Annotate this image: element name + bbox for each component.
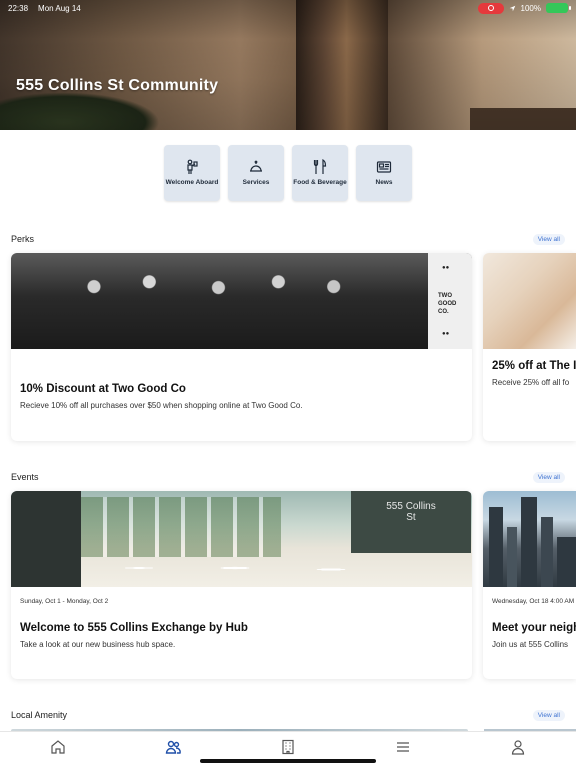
battery-percent: 100%	[520, 3, 541, 13]
event-card[interactable]: 555 Collins St Sunday, Oct 1 - Monday, O…	[11, 491, 472, 679]
utensils-icon	[313, 159, 327, 174]
home-icon	[51, 740, 65, 754]
news-label: News	[375, 179, 393, 186]
services-button[interactable]: Services	[228, 145, 284, 201]
status-time: 22:38	[8, 3, 29, 13]
event-card-description: Take a look at our new business hub spac…	[20, 640, 176, 649]
tab-menu[interactable]	[393, 738, 413, 756]
event-card-image: 555 Collins St	[11, 491, 472, 587]
event-card-description: Join us at 555 Collins	[492, 640, 569, 649]
event-card-image	[483, 491, 576, 587]
welcome-aboard-button[interactable]: Welcome Aboard	[164, 145, 220, 201]
page-title: 555 Collins St Community	[16, 77, 219, 94]
status-bar: 22:38 Mon Aug 14 100%	[0, 0, 576, 16]
perks-title: Perks	[11, 234, 35, 244]
perk-card-title: 25% off at The I	[492, 360, 576, 372]
location-icon	[509, 5, 515, 11]
battery-icon	[546, 3, 571, 13]
profile-icon	[511, 740, 525, 755]
welcome-icon	[187, 159, 198, 174]
community-icon	[165, 740, 181, 754]
event-card-title: Welcome to 555 Collins Exchange by Hub	[20, 622, 248, 634]
local-amenity-section-header: Local Amenity View all	[11, 708, 565, 722]
food-beverage-button[interactable]: Food & Beverage	[292, 145, 348, 201]
screen-record-icon[interactable]	[477, 2, 504, 14]
events-title: Events	[11, 472, 39, 482]
perks-view-all-button[interactable]: View all	[532, 233, 565, 245]
bell-icon	[250, 160, 262, 172]
perk-card[interactable]: 25% off at The I Receive 25% off all fo	[483, 253, 576, 441]
news-button[interactable]: News	[356, 145, 412, 201]
services-label: Services	[242, 179, 270, 186]
event-card-title: Meet your neigh	[492, 622, 576, 634]
perk-card-description: Receive 25% off all fo	[492, 378, 570, 387]
perk-card-image: ●● TWO GOOD CO. ●●	[11, 253, 472, 349]
building-icon	[282, 739, 294, 755]
tab-profile[interactable]	[508, 738, 528, 756]
status-date: Mon Aug 14	[38, 3, 81, 13]
events-section-header: Events View all	[11, 470, 565, 484]
hero-banner	[0, 0, 576, 130]
event-card[interactable]: Wednesday, Oct 18 4:00 AM Meet your neig…	[483, 491, 576, 679]
local-amenity-view-all-button[interactable]: View all	[532, 709, 565, 721]
perk-card[interactable]: ●● TWO GOOD CO. ●● 10% Discount at Two G…	[11, 253, 472, 441]
newspaper-icon	[376, 161, 392, 173]
perk-card-image	[483, 253, 576, 349]
quick-actions: Welcome Aboard Services Food & Beverage …	[164, 145, 412, 201]
menu-icon	[397, 742, 409, 752]
food-beverage-label: Food & Beverage	[293, 179, 347, 186]
tab-community[interactable]	[163, 738, 183, 756]
tab-building[interactable]	[278, 738, 298, 756]
perk-card-title: 10% Discount at Two Good Co	[20, 383, 186, 395]
home-indicator[interactable]	[200, 759, 376, 763]
perk-card-description: Recieve 10% off all purchases over $50 w…	[20, 401, 303, 410]
event-card-date: Sunday, Oct 1 - Monday, Oct 2	[20, 598, 109, 605]
event-card-date: Wednesday, Oct 18 4:00 AM	[492, 598, 575, 605]
tab-home[interactable]	[48, 738, 68, 756]
events-view-all-button[interactable]: View all	[532, 471, 565, 483]
perks-section-header: Perks View all	[11, 232, 565, 246]
welcome-aboard-label: Welcome Aboard	[165, 179, 219, 186]
local-amenity-title: Local Amenity	[11, 710, 68, 720]
